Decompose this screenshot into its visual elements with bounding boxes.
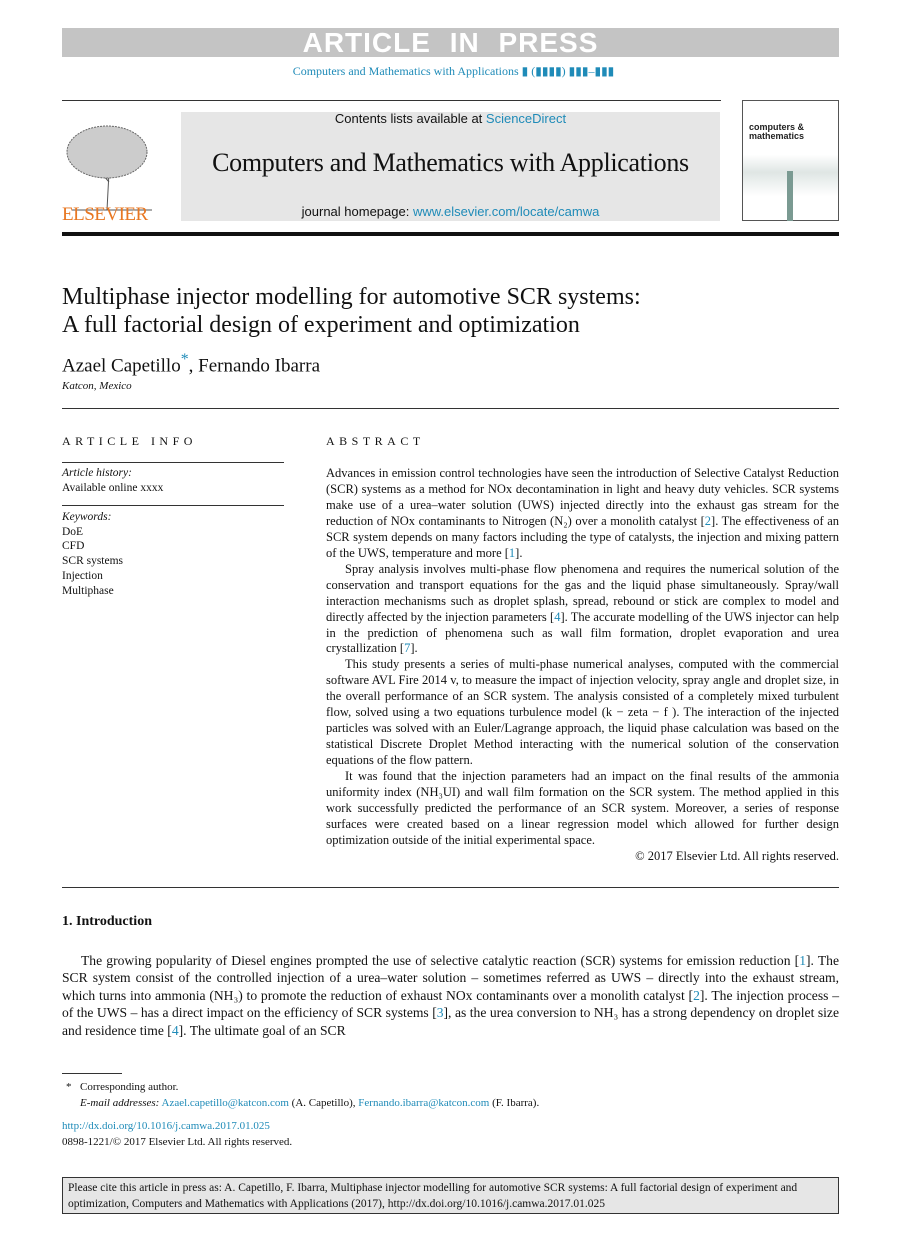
history-label: Article history: — [62, 467, 132, 479]
authors: Azael Capetillo*, Fernando Ibarra — [62, 351, 320, 377]
keyword: SCR systems — [62, 555, 124, 568]
title-line: Multiphase injector modelling for automo… — [62, 284, 641, 310]
separator: , — [188, 355, 199, 377]
abstract-body: Advances in emission control technologie… — [326, 466, 839, 865]
keywords: Keywords: DoE CFD SCR systems Injection … — [62, 510, 123, 598]
abstract-paragraph: Advances in emission control technologie… — [326, 466, 839, 562]
copyright: © 2017 Elsevier Ltd. All rights reserved… — [635, 848, 839, 863]
section-heading: 1. Introduction — [62, 914, 152, 929]
keyword: DoE — [62, 525, 84, 538]
contents-label: Contents lists available at — [334, 111, 486, 126]
footnote-rule — [62, 1073, 122, 1074]
divider — [62, 408, 839, 409]
article-in-press-banner: ARTICLE IN PRESS — [62, 28, 839, 57]
history-value: Available online xxxx — [62, 481, 164, 494]
article-info-heading: ARTICLE INFO — [62, 434, 197, 448]
journal-reference-link[interactable]: Computers and Mathematics with Applicati… — [0, 64, 907, 79]
issn-copyright: 0898-1221/© 2017 Elsevier Ltd. All right… — [62, 1136, 293, 1148]
contents-line: Contents lists available at ScienceDirec… — [181, 111, 720, 126]
divider — [62, 100, 721, 101]
article-title: Multiphase injector modelling for automo… — [62, 283, 839, 339]
sciencedirect-link[interactable]: ScienceDirect — [486, 111, 566, 126]
cover-title: computers & mathematics — [749, 122, 805, 141]
thick-divider — [62, 232, 839, 236]
text-run: ]. — [515, 545, 523, 560]
keyword: CFD — [62, 540, 85, 553]
email-owner: (A. Capetillo), — [288, 1097, 359, 1109]
article-history: Article history: Available online xxxx — [62, 466, 163, 495]
abstract-paragraph: This study presents a series of multi-ph… — [326, 657, 839, 769]
homepage-line: journal homepage: www.elsevier.com/locat… — [181, 204, 720, 219]
corresponding-label: Corresponding author. — [80, 1081, 179, 1093]
footnote: * Corresponding author. E-mail addresses:… — [66, 1079, 539, 1111]
divider — [62, 887, 839, 888]
affiliation: Katcon, Mexico — [62, 380, 132, 392]
corresponding-marker[interactable]: * — [181, 351, 189, 368]
email-link[interactable]: Azael.capetillo@katcon.com — [162, 1097, 289, 1109]
homepage-link[interactable]: www.elsevier.com/locate/camwa — [413, 204, 599, 219]
author-name: Fernando Ibarra — [198, 355, 320, 377]
email-owner: (F. Ibarra). — [489, 1097, 540, 1109]
divider — [62, 462, 284, 463]
keyword: Injection — [62, 569, 103, 582]
reference-link[interactable]: 1 — [799, 953, 806, 968]
journal-cover-image: computers & mathematics — [742, 100, 839, 221]
author-name: Azael Capetillo — [62, 355, 181, 377]
divider — [62, 505, 284, 506]
abstract-paragraph: Spray analysis involves multi-phase flow… — [326, 562, 839, 658]
footnote-marker: * — [66, 1081, 72, 1093]
text-run: ]. — [410, 641, 418, 656]
abstract-paragraph: It was found that the injection paramete… — [326, 769, 839, 849]
homepage-label: journal homepage: — [301, 204, 413, 219]
keywords-label: Keywords: — [62, 511, 112, 523]
keyword: Multiphase — [62, 584, 114, 597]
journal-title: Computers and Mathematics with Applicati… — [212, 148, 689, 177]
reference-link[interactable]: 3 — [437, 1005, 444, 1020]
reference-link[interactable]: 2 — [693, 988, 700, 1003]
abstract-heading: ABSTRACT — [326, 434, 425, 448]
cover-graphic — [787, 171, 793, 221]
reference-link[interactable]: 4 — [172, 1023, 179, 1038]
title-line: A full factorial design of experiment an… — [62, 312, 580, 338]
intro-paragraph: The growing popularity of Diesel engines… — [62, 952, 839, 1039]
elsevier-wordmark: ELSEVIER — [62, 204, 148, 225]
citation-box: Please cite this article in press as: A.… — [62, 1177, 839, 1214]
text-run: It was found that the injection paramete… — [326, 769, 839, 847]
text-run: The growing popularity of Diesel engines… — [81, 953, 800, 968]
doi-link[interactable]: http://dx.doi.org/10.1016/j.camwa.2017.0… — [62, 1120, 270, 1132]
text-run: ]. The ultimate goal of an SCR — [178, 1022, 346, 1038]
email-link[interactable]: Fernando.ibarra@katcon.com — [358, 1097, 489, 1109]
text-run: This study presents a series of multi-ph… — [326, 657, 839, 768]
doi-block: http://dx.doi.org/10.1016/j.camwa.2017.0… — [62, 1118, 292, 1150]
email-label: E-mail addresses: — [80, 1097, 160, 1109]
